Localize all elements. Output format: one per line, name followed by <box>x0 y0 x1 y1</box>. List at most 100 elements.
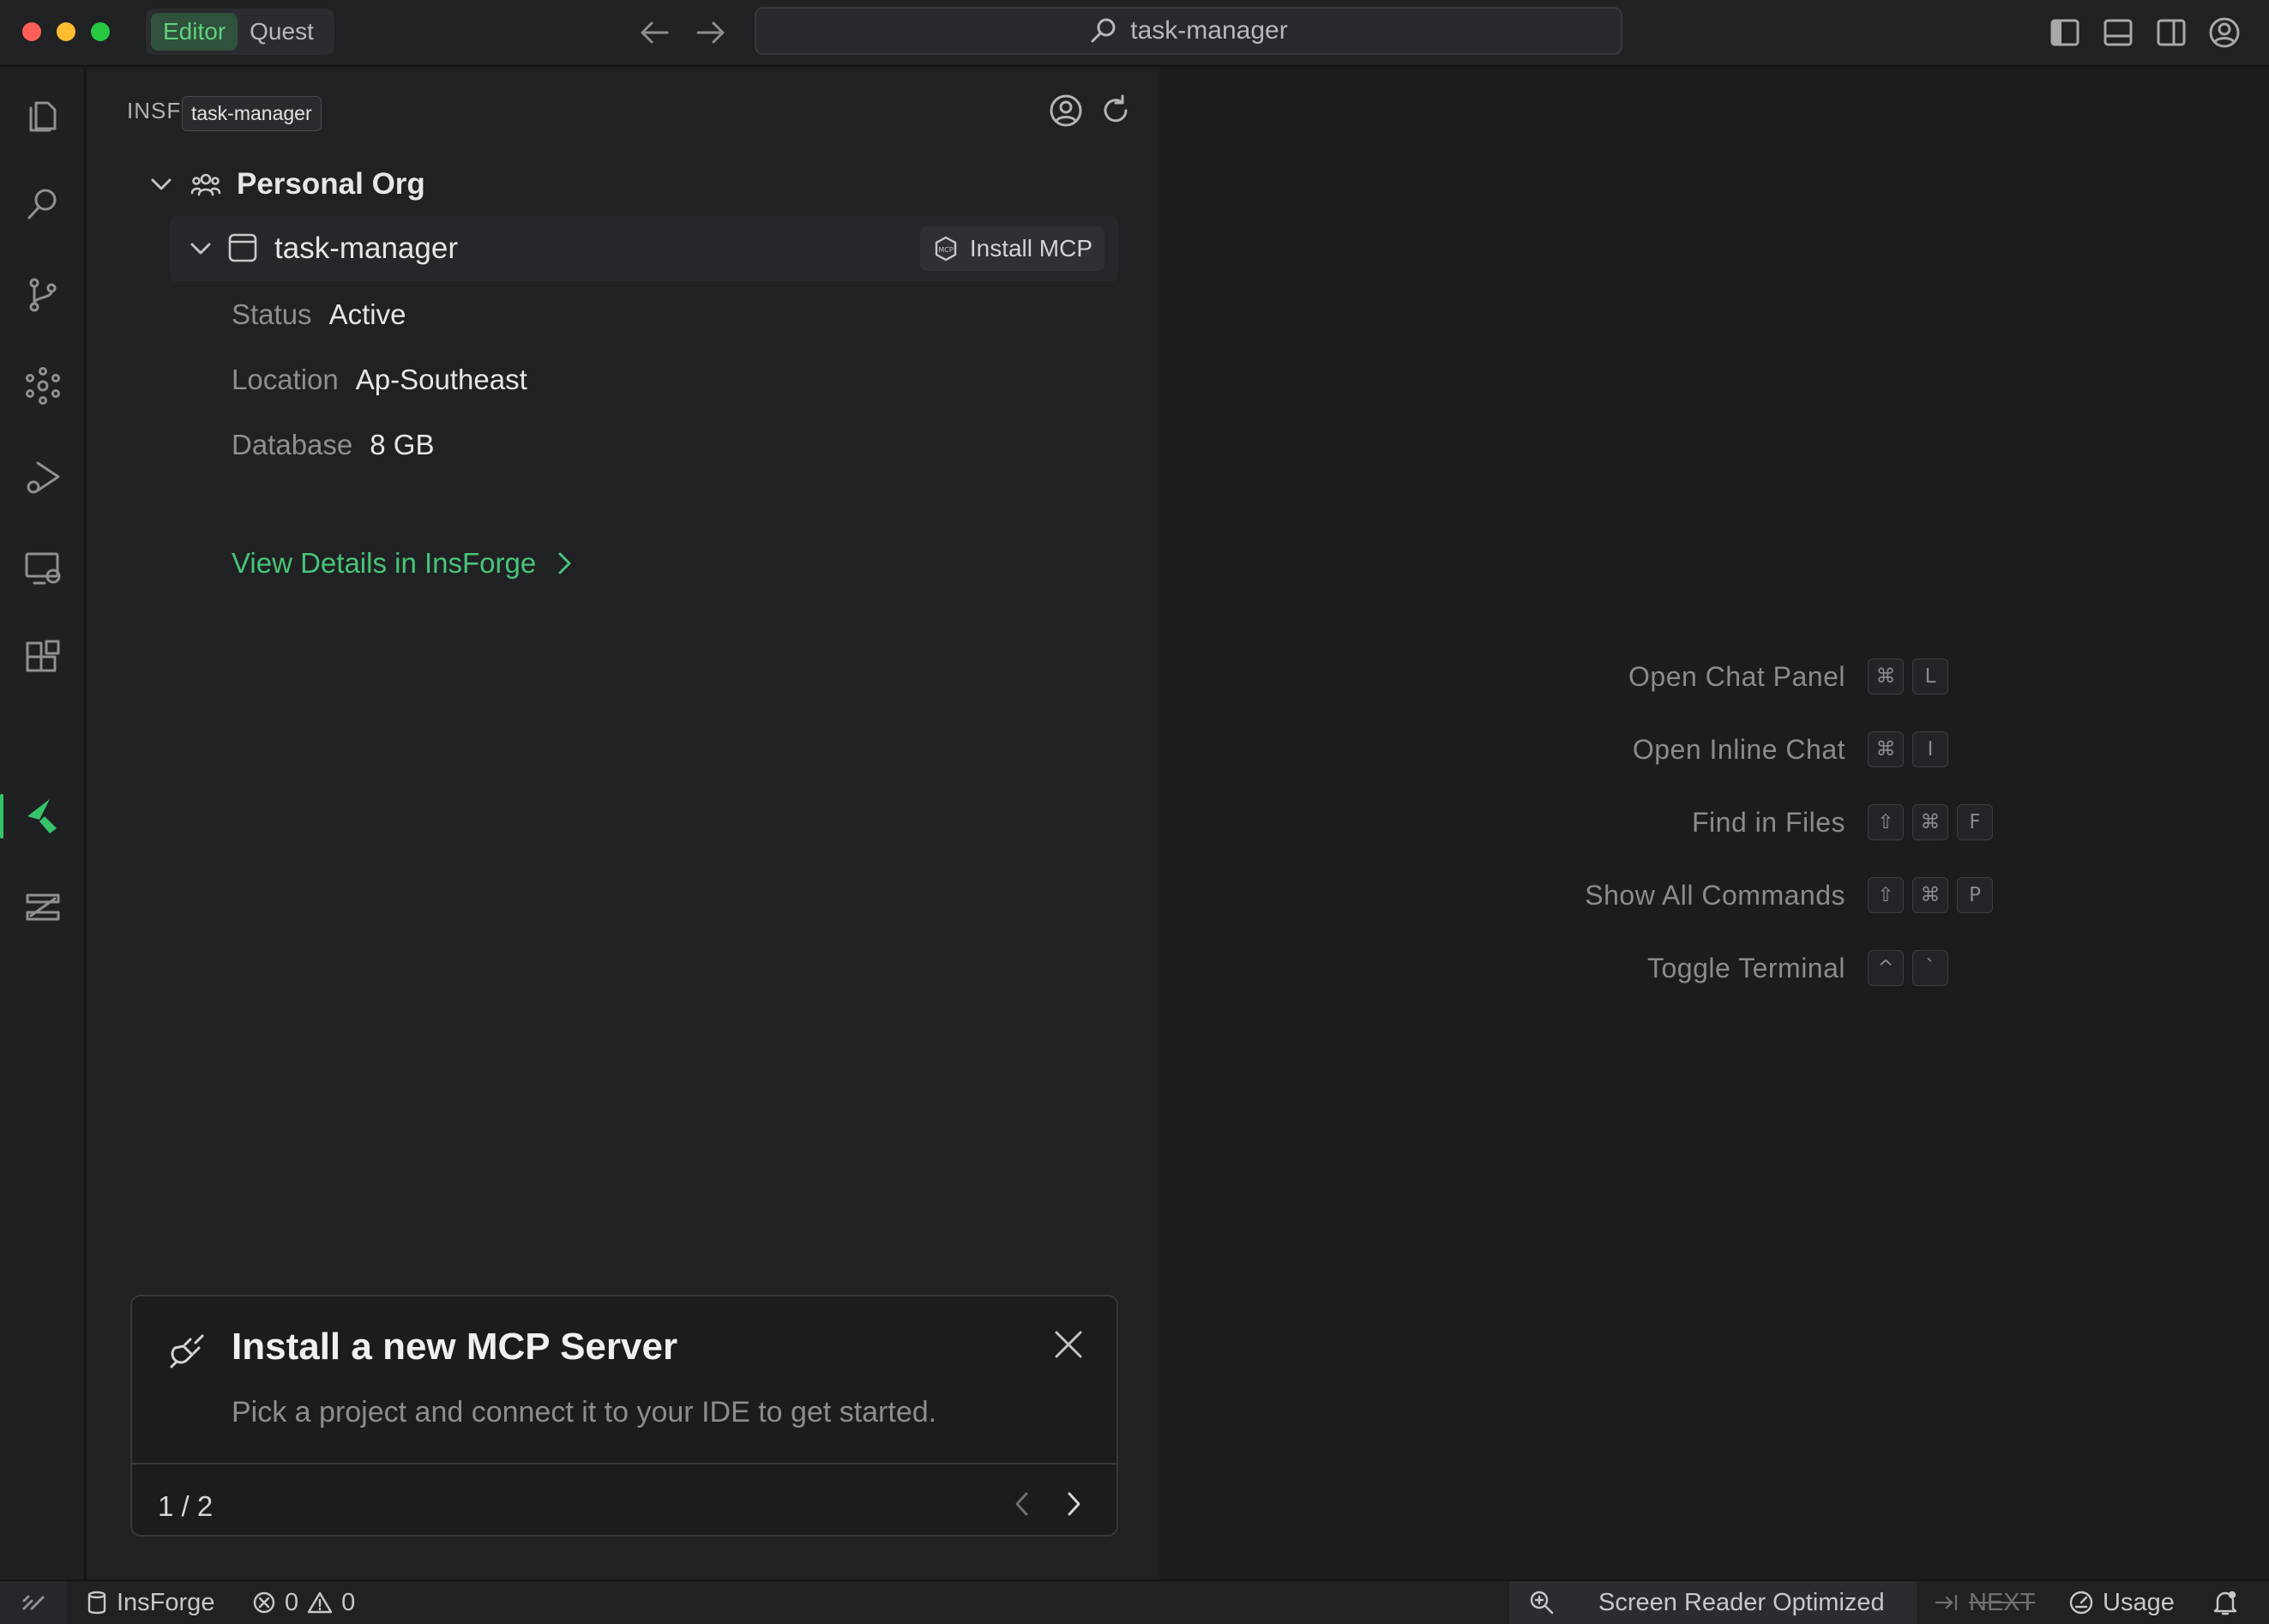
project-tooltip: task-manager <box>182 96 322 131</box>
project-name: task-manager <box>274 232 458 265</box>
window-zoom-button[interactable] <box>91 22 110 41</box>
chevron-down-icon <box>187 235 214 262</box>
usage-status[interactable]: Usage <box>2068 1581 2175 1624</box>
account-icon[interactable] <box>2207 15 2242 50</box>
search-icon <box>1089 16 1118 45</box>
error-icon <box>252 1591 276 1615</box>
org-tree-item[interactable]: Personal Org <box>147 163 425 206</box>
error-count: 0 <box>285 1588 299 1616</box>
window-close-button[interactable] <box>22 22 41 41</box>
detail-database: Database 8 GB <box>232 429 434 461</box>
database-icon <box>86 1590 108 1615</box>
shortcut-key: ⇧ <box>1868 804 1904 840</box>
toast-subtitle: Pick a project and connect it to your ID… <box>232 1396 937 1429</box>
detail-value: Active <box>328 298 406 330</box>
remote-explorer-icon[interactable] <box>22 547 63 588</box>
search-icon[interactable] <box>22 183 63 225</box>
explorer-icon[interactable] <box>22 94 63 135</box>
close-icon[interactable] <box>1051 1327 1086 1362</box>
gauge-icon <box>2068 1590 2094 1615</box>
project-tree-item[interactable]: task-manager MCP Install MCP <box>170 216 1118 281</box>
activity-bar <box>0 69 86 1579</box>
shortcut-key: ⌘ <box>1868 659 1904 695</box>
detail-location: Location Ap-Southeast <box>232 364 527 396</box>
graph-nodes-icon[interactable] <box>22 365 63 406</box>
mcp-icon: MCP <box>932 235 960 262</box>
insforge-status-label: InsForge <box>117 1588 215 1616</box>
notifications-status[interactable] <box>2212 1581 2238 1624</box>
mode-editor-tab[interactable]: Editor <box>151 13 238 51</box>
toggle-primary-sidebar-icon[interactable] <box>2048 15 2082 50</box>
shortcut-key: ⌘ <box>1912 804 1948 840</box>
install-mcp-label: Install MCP <box>969 235 1092 262</box>
project-window-icon <box>226 232 259 264</box>
detail-value: Ap-Southeast <box>355 364 527 395</box>
mode-switch: Editor Quest <box>146 9 334 55</box>
remote-icon <box>21 1590 46 1615</box>
back-arrow-icon[interactable] <box>638 17 672 48</box>
shortcut-key: I <box>1912 731 1948 767</box>
run-debug-icon[interactable] <box>22 456 63 497</box>
org-name: Personal Org <box>237 167 425 201</box>
shortcut-open-inline-chat: Open Inline Chat ⌘ I <box>1633 731 1955 767</box>
warning-icon <box>307 1591 333 1615</box>
insforge-icon[interactable] <box>22 796 63 837</box>
editor-area: Open Chat Panel ⌘ L Open Inline Chat ⌘ I… <box>1159 69 2269 1579</box>
status-bar: InsForge 0 0 Screen Reader Optimized NEX… <box>0 1579 2269 1624</box>
insforge-status[interactable]: InsForge <box>86 1581 214 1624</box>
shortcut-show-all-commands: Show All Commands ⇧ ⌘ P <box>1585 877 1993 913</box>
shortcut-key: L <box>1912 659 1948 695</box>
command-search-box[interactable]: task-manager <box>755 7 1622 55</box>
panel-title: INSF <box>127 98 182 123</box>
svg-text:MCP: MCP <box>938 246 953 254</box>
panel-layout-icon[interactable] <box>22 887 63 928</box>
shortcut-key: ^ <box>1868 950 1904 986</box>
shortcut-find-in-files: Find in Files ⇧ ⌘ F <box>1692 804 1993 840</box>
screen-reader-status[interactable]: Screen Reader Optimized <box>1598 1581 1885 1624</box>
view-details-link[interactable]: View Details in InsForge <box>232 547 575 580</box>
refresh-icon[interactable] <box>1098 93 1134 129</box>
chevron-right-icon[interactable] <box>1062 1489 1086 1519</box>
bell-icon <box>2212 1589 2238 1616</box>
insforge-side-panel: INSF task-manager Personal Org task-mana… <box>87 69 1159 1579</box>
detail-key: Location <box>232 364 339 395</box>
shortcut-key: ⌘ <box>1912 877 1948 913</box>
next-status[interactable]: NEXT <box>1933 1581 2035 1624</box>
shortcut-key: P <box>1957 877 1993 913</box>
shortcut-label: Show All Commands <box>1585 879 1845 911</box>
account-icon[interactable] <box>1048 93 1084 129</box>
toast-divider <box>132 1463 1116 1465</box>
chevron-down-icon <box>147 171 175 198</box>
zoom-status[interactable] <box>1528 1581 1556 1624</box>
screen-reader-label: Screen Reader Optimized <box>1598 1588 1885 1616</box>
forward-arrow-icon[interactable] <box>693 17 727 48</box>
remote-indicator[interactable] <box>0 1581 67 1624</box>
mode-quest-tab[interactable]: Quest <box>238 13 326 51</box>
problems-status[interactable]: 0 0 <box>252 1581 355 1624</box>
shortcut-key: ⌘ <box>1868 731 1904 767</box>
shortcut-label: Toggle Terminal <box>1646 952 1845 983</box>
detail-value: 8 GB <box>370 429 435 460</box>
plug-icon <box>165 1329 209 1374</box>
toast-title: Install a new MCP Server <box>232 1326 678 1368</box>
shortcut-key: F <box>1957 804 1993 840</box>
extensions-icon[interactable] <box>22 638 63 679</box>
install-mcp-button[interactable]: MCP Install MCP <box>919 226 1104 271</box>
zoom-in-icon <box>1528 1589 1556 1616</box>
toggle-panel-icon[interactable] <box>2101 15 2135 50</box>
source-control-icon[interactable] <box>22 274 63 316</box>
active-view-indicator <box>0 794 3 839</box>
shortcut-label: Open Inline Chat <box>1632 733 1845 765</box>
shortcut-open-chat: Open Chat Panel ⌘ L <box>1628 659 1955 695</box>
usage-label: Usage <box>2103 1588 2175 1616</box>
toast-page-indicator: 1 / 2 <box>158 1490 214 1522</box>
detail-status: Status Active <box>232 298 406 331</box>
window-minimize-button[interactable] <box>57 22 75 41</box>
shortcut-label: Open Chat Panel <box>1628 660 1845 692</box>
shortcut-key: ` <box>1912 950 1948 986</box>
shortcut-toggle-terminal: Toggle Terminal ^ ` <box>1647 950 1955 986</box>
chevron-left-icon[interactable] <box>1010 1489 1034 1519</box>
toggle-secondary-sidebar-icon[interactable] <box>2154 15 2188 50</box>
next-label: NEXT <box>1969 1588 2036 1616</box>
search-text: task-manager <box>1130 16 1288 45</box>
